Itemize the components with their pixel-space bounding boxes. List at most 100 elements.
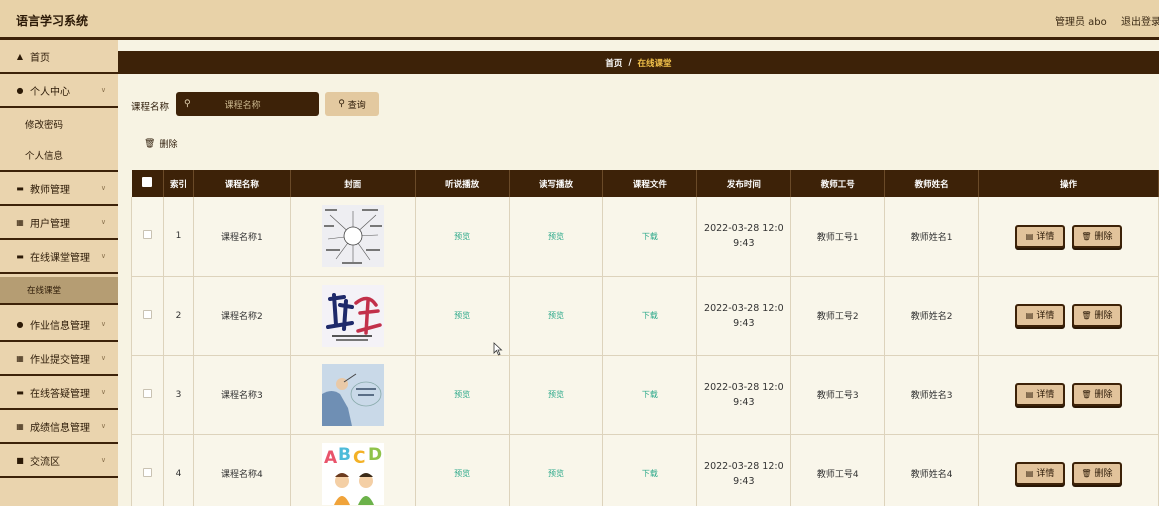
book-icon: ▬ xyxy=(16,251,24,261)
cover-image: A B C D xyxy=(321,442,384,505)
sidebar-item-label: 作业信息管理 xyxy=(30,320,90,332)
delete-button[interactable]: 🗑 删除 xyxy=(1071,304,1122,327)
sidebar-item-homework-info[interactable]: ● 作业信息管理 ∨ xyxy=(0,308,118,342)
actions-cell: ▤ 详情 🗑 删除 xyxy=(978,276,1159,356)
teacher-icon: ▬ xyxy=(16,183,24,193)
index-cell: 4 xyxy=(163,434,194,506)
sidebar-item-online-class-management[interactable]: ▬ 在线课堂管理 ∨ xyxy=(0,240,118,274)
detail-button[interactable]: ▤ 详情 xyxy=(1015,383,1066,406)
delete-button[interactable]: 🗑 删除 xyxy=(1071,383,1122,406)
row-select-cell[interactable] xyxy=(131,355,164,435)
row-select-cell[interactable] xyxy=(131,276,164,356)
cover-cell xyxy=(290,197,416,277)
teacher-name-cell: 教师姓名2 xyxy=(884,276,980,356)
col-header: 读写播放 xyxy=(509,170,604,197)
sidebar-item-grades[interactable]: ▦ 成绩信息管理 ∨ xyxy=(0,410,118,444)
course-name-cell: 课程名称3 xyxy=(193,355,291,435)
course-file-cell: 下载 xyxy=(602,355,698,435)
sidebar-item-label: 在线答疑管理 xyxy=(30,388,90,400)
detail-button-label: 详情 xyxy=(1036,469,1055,479)
teacher-id-cell: 教师工号4 xyxy=(790,434,886,506)
detail-button-label: 详情 xyxy=(1036,390,1055,400)
row-checkbox[interactable] xyxy=(142,230,152,240)
sidebar-item-home[interactable]: ▲ 首页 xyxy=(0,40,118,74)
sidebar-subitem-change-password[interactable]: 修改密码 xyxy=(0,108,118,139)
read-write-cell: 预览 xyxy=(509,276,604,356)
sidebar-subitem-online-class[interactable]: 在线课堂 xyxy=(0,277,118,305)
col-header: 索引 xyxy=(163,170,194,197)
detail-button[interactable]: ▤ 详情 xyxy=(1015,462,1066,485)
download-link[interactable]: 下载 xyxy=(642,390,658,399)
sidebar-subitem-personal-info[interactable]: 个人信息 xyxy=(0,139,118,172)
publish-time-cell: 2022-03-28 12:09:43 xyxy=(696,276,792,356)
detail-button[interactable]: ▤ 详情 xyxy=(1015,224,1066,248)
row-checkbox[interactable] xyxy=(142,388,152,398)
user-icon: ● xyxy=(16,85,24,95)
search-icon: ⚲ xyxy=(338,99,345,109)
detail-button[interactable]: ▤ 详情 xyxy=(1015,304,1066,327)
logout-link[interactable]: 退出登录 xyxy=(1121,13,1159,28)
course-name-cell: 课程名称2 xyxy=(193,276,291,356)
read-preview-link[interactable]: 预览 xyxy=(548,232,564,241)
sidebar-item-online-qa[interactable]: ▬ 在线答疑管理 ∨ xyxy=(0,376,118,410)
read-preview-link[interactable]: 预览 xyxy=(548,390,564,399)
cover-cell xyxy=(290,276,416,356)
detail-button-label: 详情 xyxy=(1036,231,1055,242)
sidebar-item-homework-submit[interactable]: ▦ 作业提交管理 ∨ xyxy=(0,342,118,376)
download-link[interactable]: 下载 xyxy=(642,469,658,478)
table-header-row: 索引 课程名称 封面 听说播放 读写播放 课程文件 发布时间 教师工号 教师姓名… xyxy=(131,170,1159,197)
chevron-down-icon: ∨ xyxy=(100,252,106,260)
col-header: 操作 xyxy=(978,170,1159,197)
cover-cell xyxy=(290,355,416,435)
chat-icon: ▬ xyxy=(16,387,24,397)
col-header: 课程文件 xyxy=(602,170,698,197)
select-all-cell[interactable] xyxy=(131,170,164,197)
app-title: 语言学习系统 xyxy=(16,14,89,28)
download-link[interactable]: 下载 xyxy=(642,311,658,320)
breadcrumb: 首页 / 在线课堂 xyxy=(118,51,1159,74)
publish-time-cell: 2022-03-28 12:09:43 xyxy=(696,434,792,506)
batch-delete-label: 删除 xyxy=(159,140,178,150)
course-table: 索引 课程名称 封面 听说播放 读写播放 课程文件 发布时间 教师工号 教师姓名… xyxy=(131,170,1159,506)
course-name-cell: 课程名称1 xyxy=(193,197,291,277)
teacher-name-cell: 教师姓名3 xyxy=(884,355,980,435)
sidebar-item-user-management[interactable]: ▦ 用户管理 ∨ xyxy=(0,206,118,240)
row-checkbox[interactable] xyxy=(142,467,152,477)
breadcrumb-separator: / xyxy=(628,57,632,68)
sidebar-item-teacher-management[interactable]: ▬ 教师管理 ∨ xyxy=(0,172,118,206)
download-link[interactable]: 下载 xyxy=(642,232,658,241)
row-checkbox[interactable] xyxy=(142,309,152,319)
publish-time: 2022-03-28 12:09:43 xyxy=(704,381,784,408)
query-button[interactable]: ⚲ 查询 xyxy=(325,92,379,116)
cover-cell: A B C D xyxy=(290,434,416,506)
read-write-cell: 预览 xyxy=(509,197,604,277)
select-all-checkbox[interactable] xyxy=(142,177,153,187)
admin-label: 管理员 abo xyxy=(1055,17,1107,28)
row-select-cell[interactable] xyxy=(131,197,164,277)
row-select-cell[interactable] xyxy=(131,434,164,506)
listen-preview-link[interactable]: 预览 xyxy=(454,232,470,241)
document-icon: ▤ xyxy=(1025,311,1034,320)
read-preview-link[interactable]: 预览 xyxy=(548,311,564,320)
delete-button[interactable]: 🗑 删除 xyxy=(1071,462,1122,485)
breadcrumb-home[interactable]: 首页 xyxy=(605,57,622,69)
listen-preview-link[interactable]: 预览 xyxy=(454,390,470,399)
listen-speak-cell: 预览 xyxy=(415,197,510,277)
actions-cell: ▤ 详情 🗑 删除 xyxy=(978,355,1159,435)
teacher-id-cell: 教师工号2 xyxy=(790,276,886,356)
batch-delete-button[interactable]: 🗑 删除 xyxy=(144,137,178,151)
read-preview-link[interactable]: 预览 xyxy=(548,469,564,478)
listen-preview-link[interactable]: 预览 xyxy=(454,311,470,320)
trash-icon: 🗑 xyxy=(1081,390,1092,399)
search-input[interactable]: ⚲ 课程名称 xyxy=(176,92,319,116)
publish-time-cell: 2022-03-28 12:09:43 xyxy=(696,197,792,277)
listen-preview-link[interactable]: 预览 xyxy=(454,469,470,478)
col-header: 听说播放 xyxy=(415,170,510,197)
cover-image xyxy=(321,284,384,347)
delete-button[interactable]: 🗑 删除 xyxy=(1071,224,1122,248)
delete-button-label: 删除 xyxy=(1094,469,1113,479)
sidebar-item-forum[interactable]: ■ 交流区 ∨ xyxy=(0,444,118,478)
sidebar-item-personal-center[interactable]: ● 个人中心 ∨ xyxy=(0,74,118,108)
home-icon: ▲ xyxy=(16,51,24,61)
chevron-down-icon: ∨ xyxy=(100,388,106,396)
